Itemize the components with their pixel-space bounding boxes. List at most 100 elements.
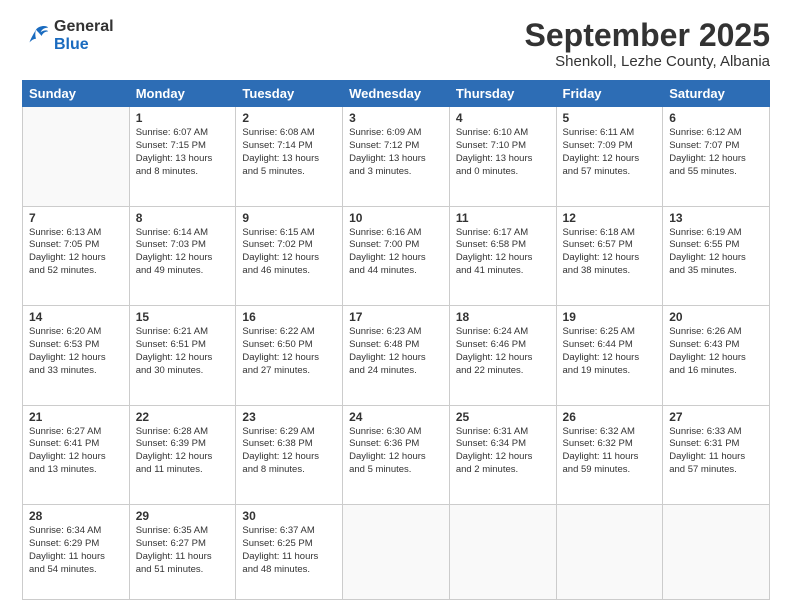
table-row: 14 Sunrise: 6:20 AMSunset: 6:53 PMDayligh… <box>23 306 130 405</box>
day-number: 13 <box>669 211 763 225</box>
day-number: 11 <box>456 211 550 225</box>
calendar-header-row: Sunday Monday Tuesday Wednesday Thursday… <box>23 81 770 107</box>
day-info: Sunrise: 6:29 AMSunset: 6:38 PMDaylight:… <box>242 426 336 477</box>
table-row: 25 Sunrise: 6:31 AMSunset: 6:34 PMDayligh… <box>449 405 556 504</box>
day-number: 25 <box>456 410 550 424</box>
day-number: 19 <box>563 310 657 324</box>
day-number: 5 <box>563 111 657 125</box>
day-info: Sunrise: 6:10 AMSunset: 7:10 PMDaylight:… <box>456 127 550 178</box>
day-number: 14 <box>29 310 123 324</box>
day-info: Sunrise: 6:15 AMSunset: 7:02 PMDaylight:… <box>242 227 336 278</box>
day-number: 15 <box>136 310 230 324</box>
day-info: Sunrise: 6:25 AMSunset: 6:44 PMDaylight:… <box>563 326 657 377</box>
day-info: Sunrise: 6:11 AMSunset: 7:09 PMDaylight:… <box>563 127 657 178</box>
day-info: Sunrise: 6:28 AMSunset: 6:39 PMDaylight:… <box>136 426 230 477</box>
table-row: 16 Sunrise: 6:22 AMSunset: 6:50 PMDayligh… <box>236 306 343 405</box>
table-row: 4 Sunrise: 6:10 AMSunset: 7:10 PMDaylight… <box>449 107 556 206</box>
table-row: 24Sunrise: 6:30 AMSunset: 6:36 PMDayligh… <box>343 405 450 504</box>
table-row: 9 Sunrise: 6:15 AMSunset: 7:02 PMDaylight… <box>236 206 343 305</box>
table-row: 13 Sunrise: 6:19 AMSunset: 6:55 PMDayligh… <box>663 206 770 305</box>
table-row: 18 Sunrise: 6:24 AMSunset: 6:46 PMDayligh… <box>449 306 556 405</box>
day-number: 3 <box>349 111 443 125</box>
col-friday: Friday <box>556 81 663 107</box>
table-row: 3 Sunrise: 6:09 AMSunset: 7:12 PMDaylight… <box>343 107 450 206</box>
col-sunday: Sunday <box>23 81 130 107</box>
header: General Blue September 2025 Shenkoll, Le… <box>22 18 770 70</box>
table-row: 20Sunrise: 6:26 AMSunset: 6:43 PMDayligh… <box>663 306 770 405</box>
day-number: 2 <box>242 111 336 125</box>
table-row <box>343 505 450 600</box>
day-number: 17 <box>349 310 443 324</box>
day-info: Sunrise: 6:17 AMSunset: 6:58 PMDaylight:… <box>456 227 550 278</box>
day-number: 29 <box>136 509 230 523</box>
day-number: 28 <box>29 509 123 523</box>
day-number: 22 <box>136 410 230 424</box>
day-info: Sunrise: 6:07 AMSunset: 7:15 PMDaylight:… <box>136 127 230 178</box>
table-row: 26 Sunrise: 6:32 AMSunset: 6:32 PMDayligh… <box>556 405 663 504</box>
day-info: Sunrise: 6:31 AMSunset: 6:34 PMDaylight:… <box>456 426 550 477</box>
day-info: Sunrise: 6:13 AMSunset: 7:05 PMDaylight:… <box>29 227 123 278</box>
day-info: Sunrise: 6:27 AMSunset: 6:41 PMDaylight:… <box>29 426 123 477</box>
table-row: 19 Sunrise: 6:25 AMSunset: 6:44 PMDayligh… <box>556 306 663 405</box>
day-info: Sunrise: 6:18 AMSunset: 6:57 PMDaylight:… <box>563 227 657 278</box>
day-number: 16 <box>242 310 336 324</box>
logo-text-blue: Blue <box>54 36 114 54</box>
table-row: 29Sunrise: 6:35 AMSunset: 6:27 PMDayligh… <box>129 505 236 600</box>
table-row: 6 Sunrise: 6:12 AMSunset: 7:07 PMDaylight… <box>663 107 770 206</box>
day-info: Sunrise: 6:12 AMSunset: 7:07 PMDaylight:… <box>669 127 763 178</box>
day-number: 9 <box>242 211 336 225</box>
table-row: 17 Sunrise: 6:23 AMSunset: 6:48 PMDayligh… <box>343 306 450 405</box>
table-row <box>556 505 663 600</box>
col-thursday: Thursday <box>449 81 556 107</box>
day-info: Sunrise: 6:21 AMSunset: 6:51 PMDaylight:… <box>136 326 230 377</box>
table-row <box>663 505 770 600</box>
day-info: Sunrise: 6:20 AMSunset: 6:53 PMDaylight:… <box>29 326 123 377</box>
logo: General Blue <box>22 18 114 53</box>
table-row: 22 Sunrise: 6:28 AMSunset: 6:39 PMDayligh… <box>129 405 236 504</box>
table-row: 2Sunrise: 6:08 AMSunset: 7:14 PMDaylight… <box>236 107 343 206</box>
day-number: 18 <box>456 310 550 324</box>
table-row: 30Sunrise: 6:37 AMSunset: 6:25 PMDayligh… <box>236 505 343 600</box>
day-number: 27 <box>669 410 763 424</box>
col-wednesday: Wednesday <box>343 81 450 107</box>
col-tuesday: Tuesday <box>236 81 343 107</box>
title-block: September 2025 Shenkoll, Lezhe County, A… <box>525 18 770 70</box>
day-info: Sunrise: 6:30 AMSunset: 6:36 PMDaylight:… <box>349 426 443 477</box>
table-row <box>449 505 556 600</box>
main-title: September 2025 <box>525 18 770 53</box>
page: General Blue September 2025 Shenkoll, Le… <box>0 0 792 612</box>
day-info: Sunrise: 6:26 AMSunset: 6:43 PMDaylight:… <box>669 326 763 377</box>
day-info: Sunrise: 6:19 AMSunset: 6:55 PMDaylight:… <box>669 227 763 278</box>
subtitle: Shenkoll, Lezhe County, Albania <box>525 53 770 70</box>
table-row <box>23 107 130 206</box>
table-row: 28Sunrise: 6:34 AMSunset: 6:29 PMDayligh… <box>23 505 130 600</box>
day-number: 8 <box>136 211 230 225</box>
day-info: Sunrise: 6:14 AMSunset: 7:03 PMDaylight:… <box>136 227 230 278</box>
day-info: Sunrise: 6:22 AMSunset: 6:50 PMDaylight:… <box>242 326 336 377</box>
table-row: 10 Sunrise: 6:16 AMSunset: 7:00 PMDayligh… <box>343 206 450 305</box>
table-row: 27 Sunrise: 6:33 AMSunset: 6:31 PMDayligh… <box>663 405 770 504</box>
day-number: 1 <box>136 111 230 125</box>
day-info: Sunrise: 6:23 AMSunset: 6:48 PMDaylight:… <box>349 326 443 377</box>
day-number: 6 <box>669 111 763 125</box>
table-row: 5 Sunrise: 6:11 AMSunset: 7:09 PMDaylight… <box>556 107 663 206</box>
day-info: Sunrise: 6:37 AMSunset: 6:25 PMDaylight:… <box>242 525 336 576</box>
table-row: 15 Sunrise: 6:21 AMSunset: 6:51 PMDayligh… <box>129 306 236 405</box>
logo-text-general: General <box>54 18 114 36</box>
table-row: 8 Sunrise: 6:14 AMSunset: 7:03 PMDaylight… <box>129 206 236 305</box>
day-number: 23 <box>242 410 336 424</box>
table-row: 1 Sunrise: 6:07 AMSunset: 7:15 PMDaylight… <box>129 107 236 206</box>
table-row: 12Sunrise: 6:18 AMSunset: 6:57 PMDayligh… <box>556 206 663 305</box>
day-info: Sunrise: 6:33 AMSunset: 6:31 PMDaylight:… <box>669 426 763 477</box>
col-saturday: Saturday <box>663 81 770 107</box>
day-number: 26 <box>563 410 657 424</box>
logo-icon <box>22 22 50 50</box>
day-info: Sunrise: 6:09 AMSunset: 7:12 PMDaylight:… <box>349 127 443 178</box>
day-number: 10 <box>349 211 443 225</box>
day-info: Sunrise: 6:32 AMSunset: 6:32 PMDaylight:… <box>563 426 657 477</box>
day-info: Sunrise: 6:24 AMSunset: 6:46 PMDaylight:… <box>456 326 550 377</box>
day-number: 4 <box>456 111 550 125</box>
day-info: Sunrise: 6:16 AMSunset: 7:00 PMDaylight:… <box>349 227 443 278</box>
day-number: 7 <box>29 211 123 225</box>
table-row: 11 Sunrise: 6:17 AMSunset: 6:58 PMDayligh… <box>449 206 556 305</box>
